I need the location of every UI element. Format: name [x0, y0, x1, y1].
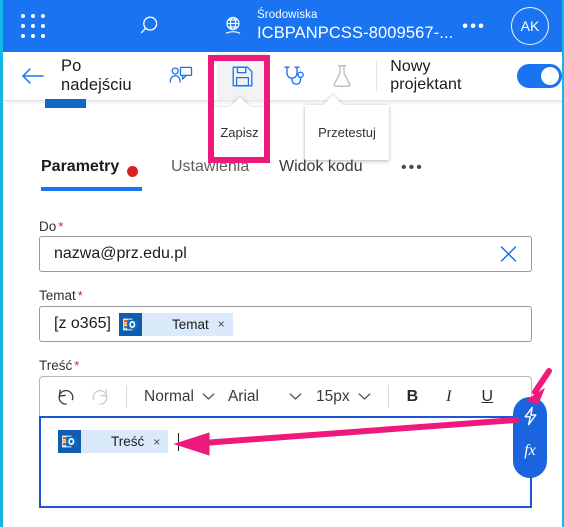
environment-globe-icon[interactable] [221, 14, 245, 38]
content-scroll-shadow [6, 101, 562, 105]
environment-name: ICBPANPCSS-8009567-... [257, 23, 454, 42]
dynamic-content-fx-button[interactable]: fx [513, 397, 547, 478]
font-size-select[interactable]: 15px [316, 388, 371, 406]
font-family-value: Arial [227, 387, 259, 405]
body-token-label: Treść [111, 434, 145, 449]
toggle-switch[interactable] [516, 64, 562, 88]
back-arrow-icon[interactable] [20, 66, 46, 86]
to-field-value: nazwa@prz.edu.pl [54, 245, 187, 262]
body-editor-area[interactable]: Treść × [39, 416, 532, 508]
new-designer-toggle[interactable]: Nowy projektant [390, 58, 562, 94]
share-person-icon[interactable] [164, 52, 198, 100]
header-more-button[interactable]: ••• [462, 18, 486, 35]
body-token-remove[interactable]: × [153, 435, 160, 449]
italic-button[interactable]: I [446, 378, 451, 416]
subject-token-label: Temat [171, 316, 209, 332]
bold-button[interactable]: B [407, 378, 419, 416]
fx-label: fx [524, 442, 536, 459]
text-cursor [178, 432, 180, 451]
subject-field[interactable]: [z o365] Temat × [39, 306, 532, 342]
parameter-tabs: Parametry Ustawienia Widok kodu ••• [3, 152, 562, 194]
to-field[interactable]: nazwa@prz.edu.pl [39, 236, 532, 272]
tooltip-save-text: Zapisz [220, 124, 259, 140]
underline-button[interactable]: U [481, 378, 493, 416]
flow-title: Po nadejściu [61, 57, 132, 94]
tooltip-save: Zapisz [211, 97, 268, 157]
body-field-label: Treść * [39, 358, 80, 373]
tab-parametry[interactable]: Parametry [41, 158, 119, 176]
subject-prefix-text: [z o365] [54, 315, 111, 332]
search-icon[interactable] [140, 14, 164, 38]
unsaved-changes-dot [127, 166, 138, 177]
paragraph-style-value: Normal [144, 387, 194, 405]
toolbar-divider [387, 385, 389, 408]
toolbar-divider [126, 385, 127, 408]
body-token[interactable]: Treść × [58, 430, 180, 453]
command-bar: Po nadejściu Nowy projektant [3, 52, 562, 101]
outlook-icon [58, 430, 81, 453]
tabs-overflow-button[interactable]: ••• [401, 159, 424, 177]
chevron-down-icon [358, 392, 371, 401]
subject-field-label: Temat * [39, 288, 83, 303]
save-floppy-icon[interactable] [216, 52, 269, 100]
tooltip-test-text: Przetestuj [318, 125, 376, 140]
outlook-icon [118, 312, 142, 336]
active-tab-underline [41, 187, 142, 191]
lightning-bolt-icon [522, 406, 539, 431]
environment-label: Środowiska [257, 9, 318, 22]
stethoscope-icon[interactable] [278, 52, 312, 100]
new-designer-label: Nowy projektant [390, 58, 462, 93]
undo-icon[interactable] [56, 378, 76, 416]
close-x-icon[interactable] [499, 245, 518, 264]
command-bar-divider [376, 61, 378, 91]
to-field-label: Do * [39, 219, 64, 234]
partially-hidden-tab-marker [45, 99, 86, 108]
body-token-body: Treść × [81, 430, 169, 453]
environment-info[interactable]: Środowiska ICBPANPCSS-8009567-... [257, 9, 453, 42]
flask-icon[interactable] [326, 52, 360, 100]
flow-designer-window: Środowiska ICBPANPCSS-8009567-... ••• AK… [0, 0, 564, 527]
app-launcher-icon[interactable] [20, 13, 46, 39]
redo-icon [90, 378, 110, 416]
avatar[interactable]: AK [511, 7, 549, 45]
subject-token[interactable]: Temat × [118, 312, 233, 336]
chevron-down-icon [202, 392, 215, 401]
tab-widok-kodu[interactable]: Widok kodu [279, 158, 363, 176]
top-header-bar: Środowiska ICBPANPCSS-8009567-... ••• AK [3, 0, 562, 52]
rich-text-toolbar: Normal Arial 15px B I U [39, 376, 532, 416]
paragraph-style-select[interactable]: Normal [144, 388, 215, 406]
tab-ustawienia[interactable]: Ustawienia [171, 158, 249, 176]
font-size-value: 15px [315, 387, 350, 405]
font-family-select[interactable]: Arial [228, 388, 302, 406]
subject-token-remove[interactable]: × [218, 317, 225, 331]
subject-token-body: Temat × [141, 312, 233, 336]
chevron-down-icon [289, 392, 302, 401]
